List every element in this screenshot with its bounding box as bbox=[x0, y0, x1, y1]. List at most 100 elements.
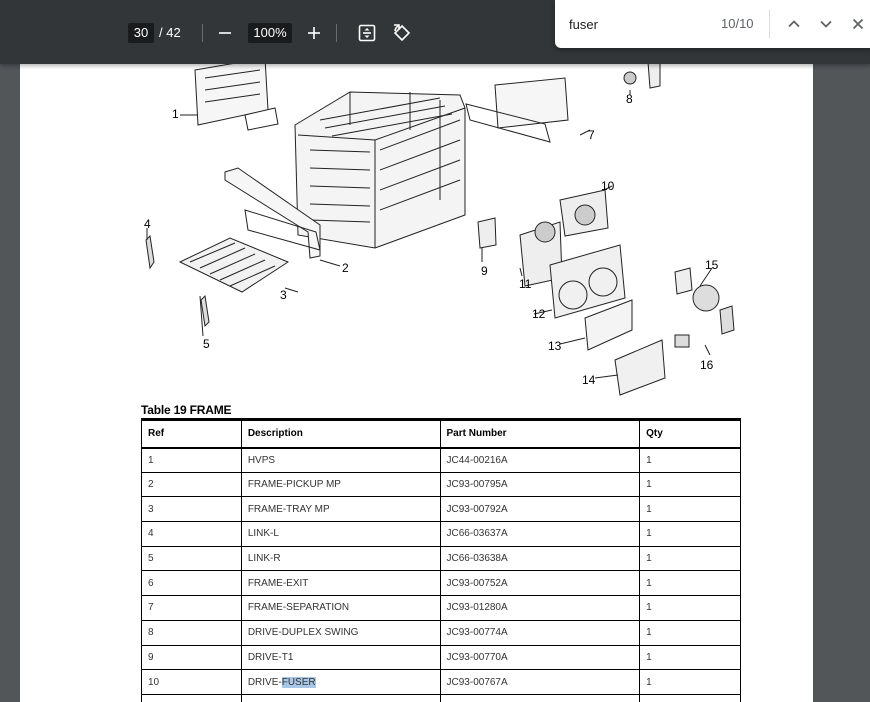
search-match-highlight: FUSER bbox=[281, 676, 316, 688]
part-drive-fuser-drawing bbox=[559, 189, 609, 237]
cell-ref: 5 bbox=[141, 545, 242, 572]
cell-part-number bbox=[439, 693, 641, 702]
cell-description: FRAME-EXIT bbox=[240, 570, 441, 597]
callout-label: 9 bbox=[481, 264, 488, 278]
cell-part-number: JC93-00774A bbox=[439, 619, 641, 646]
cell-qty: 1 bbox=[639, 545, 741, 572]
rotate-button[interactable] bbox=[386, 17, 418, 49]
table-row: 1 HVPS JC44-00216A 1 bbox=[141, 447, 741, 473]
cell-qty: 1 bbox=[639, 496, 741, 523]
cell-part-number: JC93-00770A bbox=[439, 644, 641, 671]
callout-label: 13 bbox=[548, 339, 562, 353]
callout-label: 14 bbox=[582, 373, 596, 387]
find-input[interactable] bbox=[569, 14, 709, 34]
part-frame-tray-drawing bbox=[178, 237, 290, 293]
find-previous-button[interactable] bbox=[780, 10, 808, 38]
callout-label: 5 bbox=[203, 337, 210, 351]
cell-description: FRAME-SEPARATION bbox=[240, 595, 441, 621]
find-next-button[interactable] bbox=[812, 10, 840, 38]
toolbar-divider bbox=[336, 24, 337, 42]
callout-label: 16 bbox=[700, 358, 714, 372]
cell-ref: 6 bbox=[141, 570, 242, 597]
cell-ref: 10 bbox=[141, 669, 242, 695]
cell-ref: 4 bbox=[141, 521, 242, 547]
table-row: 10 DRIVE-FUSER JC93-00767A 1 bbox=[141, 669, 741, 695]
cell-part-number: JC44-00216A bbox=[439, 447, 641, 473]
pdf-page: 1 2 3 4 5 7 8 9 10 11 12 13 14 15 16 Tab… bbox=[20, 0, 813, 702]
cell-description: FRAME-PICKUP MP bbox=[240, 471, 441, 498]
zoom-in-icon bbox=[308, 27, 320, 39]
table-caption: Table 19 FRAME bbox=[141, 403, 232, 417]
table-header-row: Ref Description Part Number Qty bbox=[141, 418, 741, 449]
part-drive-t1-drawing bbox=[477, 217, 497, 249]
table-row: 5 LINK-R JC66-03638A 1 bbox=[141, 545, 741, 572]
cell-description: LINK-L bbox=[240, 521, 441, 547]
table-row: 9 DRIVE-T1 JC93-00770A 1 bbox=[141, 644, 741, 671]
table-row: 6 FRAME-EXIT JC93-00752A 1 bbox=[141, 570, 741, 597]
table-row: 3 FRAME-TRAY MP JC93-00792A 1 bbox=[141, 496, 741, 523]
cell-qty: 1 bbox=[639, 669, 741, 695]
cell-qty: 1 bbox=[639, 595, 741, 621]
callout-label: 15 bbox=[705, 258, 719, 272]
fit-to-page-button[interactable] bbox=[351, 17, 383, 49]
cell-part-number: JC93-00792A bbox=[439, 496, 641, 523]
callout-label: 12 bbox=[532, 307, 546, 321]
cell-description: DRIVE-FUSER bbox=[240, 669, 441, 695]
callout-label: 7 bbox=[588, 128, 595, 142]
part-link-l-drawing bbox=[145, 234, 155, 270]
cell-part-number: JC66-03638A bbox=[439, 545, 641, 572]
zoom-level-input[interactable]: 100% bbox=[248, 23, 292, 43]
cell-description: DRIVE-T1 bbox=[240, 644, 441, 671]
find-result-count: 10/10 bbox=[721, 16, 754, 31]
cell-ref: 1 bbox=[141, 447, 242, 473]
column-header-ref: Ref bbox=[141, 418, 242, 449]
scrollbar[interactable] bbox=[858, 64, 870, 702]
cell-qty: 1 bbox=[639, 570, 741, 597]
callout-label: 10 bbox=[601, 179, 615, 193]
cell-part-number: JC93-00767A bbox=[439, 669, 641, 695]
cell-ref: 9 bbox=[141, 644, 242, 671]
find-bar: 10/10 bbox=[555, 0, 870, 48]
callout-label: 2 bbox=[342, 261, 349, 275]
part-frame-exit-drawing bbox=[465, 77, 569, 143]
callout-label: 8 bbox=[626, 92, 633, 106]
table-row: 7 FRAME-SEPARATION JC93-01280A 1 bbox=[141, 595, 741, 621]
zoom-out-button[interactable] bbox=[209, 17, 241, 49]
part-drive-duplex-drawing bbox=[623, 71, 637, 85]
cell-description: HVPS bbox=[240, 447, 441, 473]
cell-part-number: JC93-00795A bbox=[439, 471, 641, 498]
page-total: / 42 bbox=[159, 25, 181, 40]
toolbar-divider bbox=[202, 24, 203, 42]
find-close-button[interactable] bbox=[844, 10, 870, 38]
zoom-in-button[interactable] bbox=[298, 17, 330, 49]
callout-label: 3 bbox=[280, 288, 287, 302]
cell-ref bbox=[141, 693, 242, 702]
cell-description: DRIVE-DUPLEX SWING bbox=[240, 619, 441, 646]
rotate-icon bbox=[393, 24, 411, 42]
cell-qty: 1 bbox=[639, 619, 741, 646]
part-hvps-drawing bbox=[194, 57, 279, 131]
cell-qty: 1 bbox=[639, 471, 741, 498]
description-text: DRIVE- bbox=[247, 676, 282, 688]
chevron-up-icon bbox=[788, 20, 800, 28]
cell-qty bbox=[639, 693, 741, 702]
table-row: 8 DRIVE-DUPLEX SWING JC93-00774A 1 bbox=[141, 619, 741, 646]
column-header-qty: Qty bbox=[639, 418, 741, 449]
table-row bbox=[141, 693, 741, 702]
cell-ref: 7 bbox=[141, 595, 242, 621]
table-row: 4 LINK-L JC66-03637A 1 bbox=[141, 521, 741, 547]
cell-part-number: JC93-01280A bbox=[439, 595, 641, 621]
chevron-down-icon bbox=[820, 20, 832, 28]
fit-page-icon bbox=[358, 24, 376, 42]
callout-label: 4 bbox=[144, 217, 151, 231]
cell-part-number: JC66-03637A bbox=[439, 521, 641, 547]
callout-label: 11 bbox=[519, 277, 532, 291]
close-icon bbox=[852, 18, 864, 30]
cell-ref: 3 bbox=[141, 496, 242, 523]
main-frame-drawing bbox=[294, 91, 466, 249]
find-divider bbox=[769, 10, 770, 38]
cell-part-number: JC93-00752A bbox=[439, 570, 641, 597]
cell-qty: 1 bbox=[639, 447, 741, 473]
column-header-description: Description bbox=[240, 418, 441, 449]
page-number-input[interactable]: 30 bbox=[128, 23, 154, 43]
